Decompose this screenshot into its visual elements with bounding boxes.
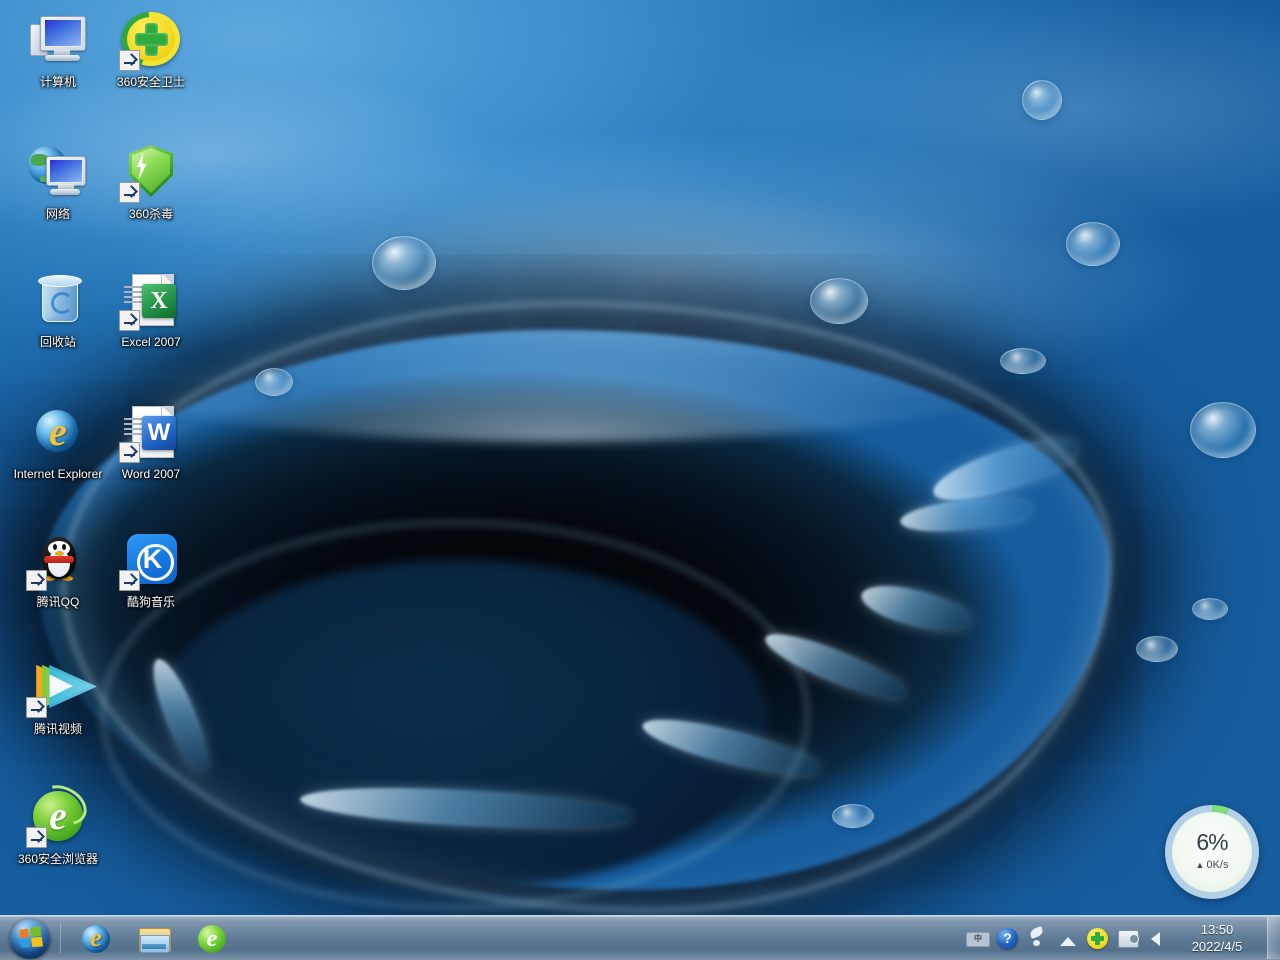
volume-icon[interactable] xyxy=(1146,926,1170,950)
360-tray-icon[interactable] xyxy=(1086,926,1110,950)
desktop-icon-excel-2007[interactable]: X Excel 2007 xyxy=(103,268,199,349)
desktop-icon-network[interactable]: 网络 xyxy=(10,140,106,221)
water-droplet xyxy=(1190,402,1256,458)
capture-tray-icon[interactable] xyxy=(1116,926,1140,950)
water-droplet xyxy=(832,804,874,828)
help-icon[interactable]: ? xyxy=(996,926,1020,950)
action-center-icon[interactable] xyxy=(1026,926,1050,950)
desktop-icon-label: 360安全浏览器 xyxy=(10,852,106,866)
desktop-icon-label: Excel 2007 xyxy=(103,335,199,349)
shortcut-arrow-icon xyxy=(119,570,140,591)
my-computer-icon xyxy=(26,8,90,72)
clock-date: 2022/4/5 xyxy=(1173,938,1261,955)
shortcut-arrow-icon xyxy=(26,697,47,718)
taskbar-divider xyxy=(59,923,61,953)
help-glyph: ? xyxy=(997,928,1018,949)
360-antivirus-icon xyxy=(119,140,183,204)
desktop-icon-kugou-music[interactable]: K 酷狗音乐 xyxy=(103,528,199,609)
wallpaper-crown-ridge xyxy=(120,322,1000,442)
upload-arrow-icon: ▲ xyxy=(1196,860,1205,870)
desktop-icon-label: 网络 xyxy=(10,207,106,221)
water-droplet xyxy=(810,278,868,324)
taskbar-internet-explorer[interactable]: e xyxy=(68,919,122,957)
desktop-icon-360-antivirus[interactable]: 360杀毒 xyxy=(103,140,199,221)
360-safe-browser-icon: e xyxy=(26,785,90,849)
water-droplet xyxy=(1000,348,1046,374)
desktop-icon-label: 回收站 xyxy=(10,335,106,349)
start-button[interactable] xyxy=(6,917,56,959)
desktop-icon-label: 腾讯QQ xyxy=(10,595,106,609)
network-speed-gauge[interactable]: 6% ▲0K/s xyxy=(1165,805,1259,899)
desktop-icon-label: 360安全卫士 xyxy=(103,75,199,89)
internet-explorer-icon: e xyxy=(26,400,90,464)
taskbar-360-browser[interactable]: e xyxy=(184,919,238,957)
shortcut-arrow-icon xyxy=(119,442,140,463)
shortcut-arrow-icon xyxy=(26,570,47,591)
taskbar-windows-explorer[interactable] xyxy=(126,919,180,957)
360-safe-guard-icon xyxy=(119,8,183,72)
excel-2007-icon: X xyxy=(119,268,183,332)
recycle-bin-icon xyxy=(26,268,90,332)
word-2007-icon: W xyxy=(119,400,183,464)
desktop-icon-360-safe-guard[interactable]: 360安全卫士 xyxy=(103,8,199,89)
desktop-icon-label: 腾讯视频 xyxy=(10,722,106,736)
desktop-root[interactable]: 计算机360安全卫士网络360杀毒回收站 X Excel 2007 e Internet… xyxy=(0,0,1280,960)
desktop-icon-internet-explorer[interactable]: e Internet Explorer xyxy=(10,400,106,481)
taskbar-clock[interactable]: 13:50 2022/4/5 xyxy=(1173,921,1267,955)
ime-indicator-icon[interactable]: 中 xyxy=(966,926,990,950)
folder-icon xyxy=(139,924,169,954)
water-droplet xyxy=(1192,598,1228,620)
desktop-icon-label: 360杀毒 xyxy=(103,207,199,221)
360-browser-icon: e xyxy=(197,924,227,954)
desktop-icon-label: 计算机 xyxy=(10,75,106,89)
taskbar[interactable]: e e 中 ? xyxy=(0,915,1280,960)
kugou-music-icon: K xyxy=(119,528,183,592)
gauge-face: 6% ▲0K/s xyxy=(1172,812,1252,892)
network-icon xyxy=(26,140,90,204)
tencent-qq-icon xyxy=(26,528,90,592)
desktop-icon-360-safe-browser[interactable]: e 360安全浏览器 xyxy=(10,785,106,866)
gauge-percent-label: 6% xyxy=(1172,829,1252,856)
wallpaper-splash-rim-inner xyxy=(100,520,810,910)
water-droplet xyxy=(1066,222,1120,266)
desktop-icon-label: 酷狗音乐 xyxy=(103,595,199,609)
desktop-icon-label: Word 2007 xyxy=(103,467,199,481)
desktop-icon-tencent-qq[interactable]: 腾讯QQ xyxy=(10,528,106,609)
network-icon[interactable] xyxy=(1056,926,1080,950)
gauge-speed-row: ▲0K/s xyxy=(1172,859,1252,871)
shortcut-arrow-icon xyxy=(119,50,140,71)
desktop-icon-label: Internet Explorer xyxy=(10,467,106,481)
water-droplet xyxy=(372,236,436,290)
clock-time: 13:50 xyxy=(1173,921,1261,938)
water-droplet xyxy=(1022,80,1062,120)
shortcut-arrow-icon xyxy=(119,182,140,203)
water-droplet xyxy=(1136,636,1178,662)
internet-explorer-icon: e xyxy=(81,924,111,954)
system-tray[interactable]: 中 ? xyxy=(963,917,1173,959)
shortcut-arrow-icon xyxy=(26,827,47,848)
desktop-icon-tencent-video[interactable]: 腾讯视频 xyxy=(10,655,106,736)
shortcut-arrow-icon xyxy=(119,310,140,331)
desktop-icon-recycle-bin[interactable]: 回收站 xyxy=(10,268,106,349)
water-droplet xyxy=(255,368,293,396)
show-desktop-button[interactable] xyxy=(1267,917,1280,959)
desktop-icon-word-2007[interactable]: W Word 2007 xyxy=(103,400,199,481)
tencent-video-icon xyxy=(26,655,90,719)
windows-flag-icon xyxy=(19,926,43,948)
gauge-speed-label: 0K/s xyxy=(1206,859,1228,871)
desktop-icon-my-computer[interactable]: 计算机 xyxy=(10,8,106,89)
ime-label: 中 xyxy=(966,932,990,947)
